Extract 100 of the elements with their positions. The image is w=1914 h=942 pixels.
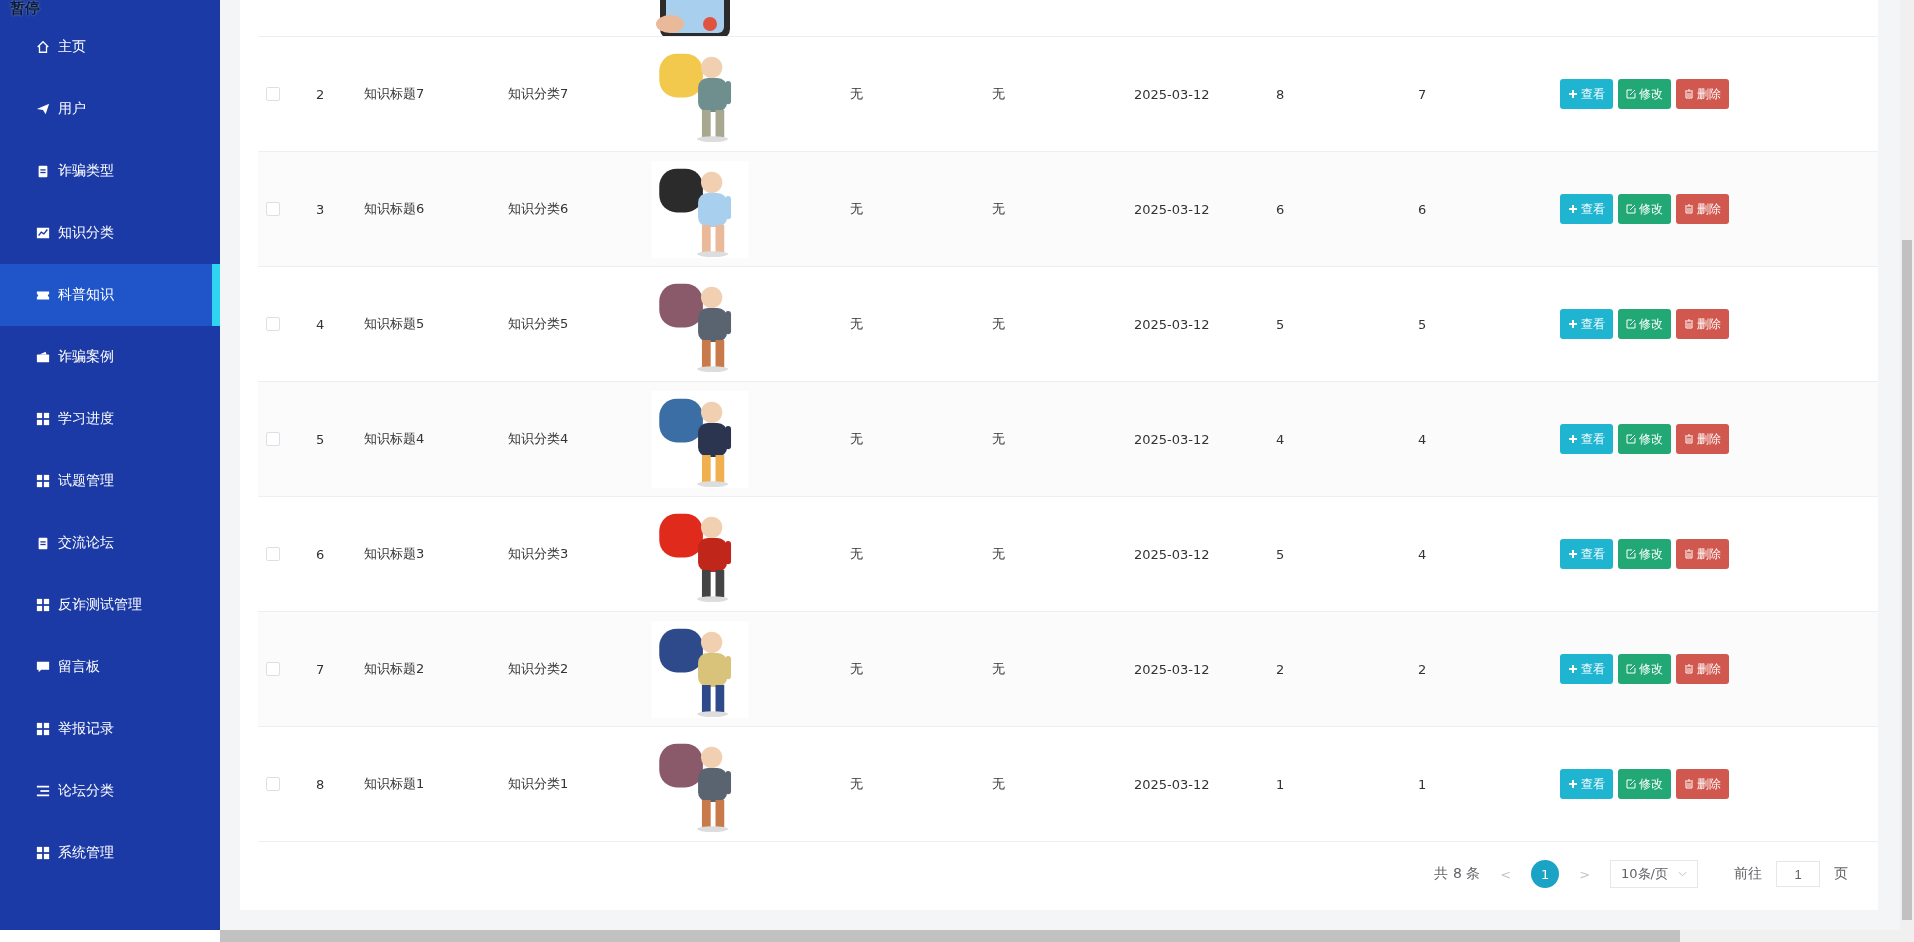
table-cell: 无 bbox=[992, 85, 1005, 103]
row-checkbox[interactable] bbox=[266, 202, 280, 216]
table-cell: 6 bbox=[1418, 201, 1427, 217]
page-size-dropdown[interactable]: 10条/页 bbox=[1610, 860, 1698, 888]
chat-icon bbox=[36, 660, 50, 674]
chart-icon bbox=[36, 226, 50, 240]
row-checkbox[interactable] bbox=[266, 432, 280, 446]
table-cell: 无 bbox=[850, 660, 863, 678]
table-cell: 8 bbox=[316, 776, 325, 792]
sidebar-item[interactable]: 学习进度 bbox=[0, 388, 220, 450]
view-button[interactable]: 查看 bbox=[1560, 654, 1613, 684]
table-cell: 知识标题1 bbox=[364, 775, 425, 793]
page-button[interactable]: 1 bbox=[1531, 860, 1560, 888]
view-button[interactable]: 查看 bbox=[1560, 539, 1613, 569]
edit-button[interactable]: 修改 bbox=[1618, 79, 1671, 109]
table-cell: 6 bbox=[316, 546, 325, 562]
delete-button[interactable]: 删除 bbox=[1676, 769, 1729, 799]
table-cell: 2 bbox=[1276, 661, 1285, 677]
view-button[interactable]: 查看 bbox=[1560, 424, 1613, 454]
edit-button[interactable]: 修改 bbox=[1618, 654, 1671, 684]
table-cell: 2025-03-12 bbox=[1134, 776, 1210, 792]
table-cell: 2025-03-12 bbox=[1134, 431, 1210, 447]
delete-button[interactable]: 删除 bbox=[1676, 194, 1729, 224]
plus-icon bbox=[1568, 664, 1578, 674]
table-cell: 知识分类3 bbox=[508, 545, 569, 563]
table-cell: 1 bbox=[1418, 776, 1427, 792]
sidebar-item[interactable]: 反诈测试管理 bbox=[0, 574, 220, 636]
edit-button[interactable]: 修改 bbox=[1618, 424, 1671, 454]
row-checkbox[interactable] bbox=[266, 317, 280, 331]
table-cell: 6 bbox=[1276, 201, 1285, 217]
edit-icon bbox=[1626, 204, 1636, 214]
delete-button[interactable]: 删除 bbox=[1676, 654, 1729, 684]
row-checkbox[interactable] bbox=[266, 547, 280, 561]
horizontal-scrollbar[interactable] bbox=[220, 930, 1914, 942]
table-cell: 知识分类1 bbox=[508, 775, 569, 793]
view-button[interactable]: 查看 bbox=[1560, 309, 1613, 339]
view-button[interactable]: 查看 bbox=[1560, 79, 1613, 109]
table-cell: 4 bbox=[1276, 431, 1285, 447]
table-cell: 知识分类7 bbox=[508, 85, 569, 103]
grid-icon bbox=[36, 598, 50, 612]
sidebar-item[interactable]: 主页 bbox=[0, 16, 220, 78]
edit-button[interactable]: 修改 bbox=[1618, 769, 1671, 799]
table-cell: 无 bbox=[850, 200, 863, 218]
table-cell: 无 bbox=[992, 545, 1005, 563]
sidebar-item[interactable]: 论坛分类 bbox=[0, 760, 220, 822]
table-cell: 无 bbox=[992, 315, 1005, 333]
table-cell: 无 bbox=[850, 315, 863, 333]
total-count: 共 8 条 bbox=[1434, 865, 1481, 883]
sidebar-item[interactable]: 诈骗案例 bbox=[0, 326, 220, 388]
caret-icon bbox=[1678, 871, 1687, 877]
sidebar-item[interactable]: 留言板 bbox=[0, 636, 220, 698]
view-button[interactable]: 查看 bbox=[1560, 194, 1613, 224]
table-cell: 2025-03-12 bbox=[1134, 201, 1210, 217]
grid-icon bbox=[36, 722, 50, 736]
table-cell: 3 bbox=[316, 201, 325, 217]
sidebar-item[interactable]: 诈骗类型 bbox=[0, 140, 220, 202]
table-cell: 知识分类6 bbox=[508, 200, 569, 218]
table-cell: 1 bbox=[1276, 776, 1285, 792]
sidebar-item[interactable]: 知识分类 bbox=[0, 202, 220, 264]
table-cell: 知识标题7 bbox=[364, 85, 425, 103]
delete-button[interactable]: 删除 bbox=[1676, 539, 1729, 569]
sidebar-item[interactable]: 交流论坛 bbox=[0, 512, 220, 574]
plus-icon bbox=[1568, 549, 1578, 559]
grid-icon bbox=[36, 412, 50, 426]
table-cell: 无 bbox=[992, 775, 1005, 793]
row-checkbox[interactable] bbox=[266, 777, 280, 791]
table-cell: 8 bbox=[1276, 86, 1285, 102]
sidebar-item[interactable]: 用户 bbox=[0, 78, 220, 140]
table-cell: 5 bbox=[1276, 546, 1285, 562]
delete-button[interactable]: 删除 bbox=[1676, 79, 1729, 109]
table-cell: 无 bbox=[850, 545, 863, 563]
sidebar-item[interactable]: 系统管理 bbox=[0, 822, 220, 884]
view-button[interactable]: 查看 bbox=[1560, 769, 1613, 799]
page-suffix: 页 bbox=[1834, 865, 1848, 883]
delete-button[interactable]: 删除 bbox=[1676, 309, 1729, 339]
table-cell: 2025-03-12 bbox=[1134, 661, 1210, 677]
edit-button[interactable]: 修改 bbox=[1618, 194, 1671, 224]
delete-button[interactable]: 删除 bbox=[1676, 424, 1729, 454]
row-checkbox[interactable] bbox=[266, 662, 280, 676]
trash-icon bbox=[1684, 549, 1694, 559]
table-cell: 无 bbox=[992, 430, 1005, 448]
edit-icon bbox=[1626, 664, 1636, 674]
row-checkbox[interactable] bbox=[266, 87, 280, 101]
sidebar-item[interactable]: 试题管理 bbox=[0, 450, 220, 512]
table-cell: 2 bbox=[316, 86, 325, 102]
sidebar-item[interactable]: 举报记录 bbox=[0, 698, 220, 760]
table-cell: 5 bbox=[1276, 316, 1285, 332]
table-cell: 2025-03-12 bbox=[1134, 546, 1210, 562]
table-cell: 2025-03-12 bbox=[1134, 316, 1210, 332]
scrollbar[interactable] bbox=[1900, 0, 1914, 930]
trash-icon bbox=[1684, 779, 1694, 789]
table-cell: 7 bbox=[316, 661, 325, 677]
table-cell: 无 bbox=[850, 430, 863, 448]
edit-button[interactable]: 修改 bbox=[1618, 309, 1671, 339]
edit-button[interactable]: 修改 bbox=[1618, 539, 1671, 569]
table-cell: 4 bbox=[316, 316, 325, 332]
sidebar-item[interactable]: 科普知识 bbox=[0, 264, 220, 326]
table-cell: 知识标题5 bbox=[364, 315, 425, 333]
table-cell: 知识标题3 bbox=[364, 545, 425, 563]
page-input[interactable]: 1 bbox=[1776, 861, 1820, 887]
